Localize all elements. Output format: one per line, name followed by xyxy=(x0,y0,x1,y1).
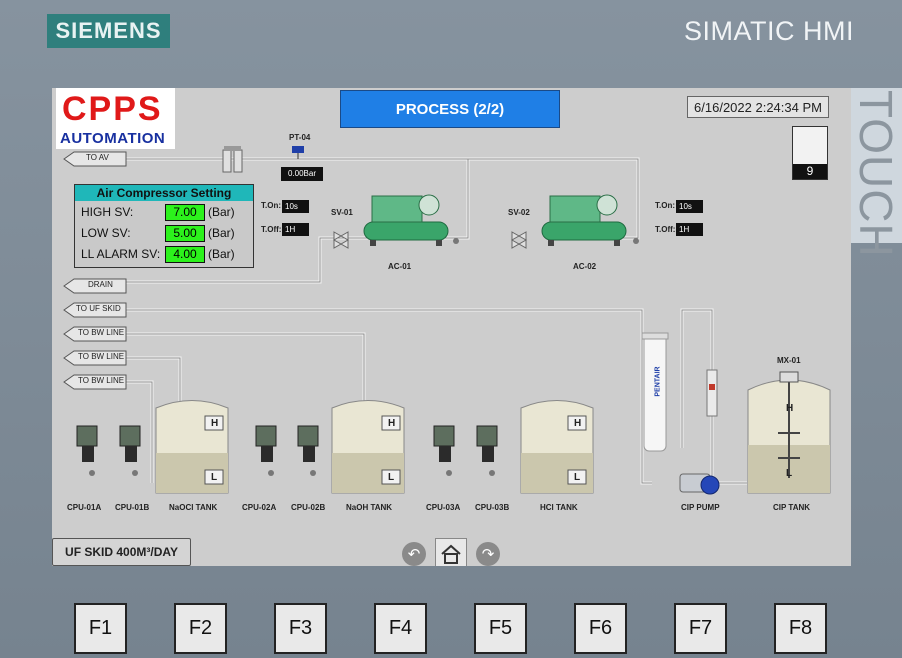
dosing-pump-cpu-02b-icon xyxy=(297,425,319,476)
naocl-level-low: L xyxy=(211,472,218,483)
hcl-level-low: L xyxy=(574,472,581,483)
logo-sub-text: AUTOMATION xyxy=(60,130,166,147)
hcl-level-high: H xyxy=(574,418,582,429)
forward-arrow-icon[interactable]: ↷ xyxy=(476,542,500,566)
high-sv-input[interactable]: 7.00 xyxy=(165,204,205,221)
process-diagram: ! xyxy=(63,133,831,495)
cip-level-low: L xyxy=(786,468,793,479)
compressor-ac-02-icon xyxy=(541,194,627,246)
siemens-brand: SIEMENS xyxy=(47,14,170,48)
ll-alarm-sv-label: LL ALARM SV: xyxy=(81,247,161,261)
sv-01-label: SV-01 xyxy=(331,208,353,217)
f4-key[interactable]: F4 xyxy=(374,603,427,654)
ac-01-label: AC-01 xyxy=(388,262,412,271)
f6-key[interactable]: F6 xyxy=(574,603,627,654)
pressure-transmitter-icon xyxy=(292,146,304,153)
f1-key[interactable]: F1 xyxy=(74,603,127,654)
alarm-count: 9 xyxy=(793,164,827,179)
filter-brand-label: PENTAIR xyxy=(654,366,662,397)
touch-label: TOUCH xyxy=(850,90,902,258)
hmi-screen: ! CPPS AUTOMATION PROCESS (2/2) 6/16/202… xyxy=(52,88,851,566)
pressure-tag: PT-04 xyxy=(289,133,311,142)
home-icon xyxy=(441,544,461,564)
ll-alarm-sv-input[interactable]: 4.00 xyxy=(165,246,205,263)
cpu-03a-label: CPU-03A xyxy=(426,503,461,512)
low-sv-label: LOW SV: xyxy=(81,226,131,240)
ac-02-t-off-label: T.Off: xyxy=(655,225,676,234)
to-av-label: TO AV xyxy=(86,153,109,162)
f2-key[interactable]: F2 xyxy=(174,603,227,654)
date-time-display: 6/16/2022 2:24:34 PM xyxy=(687,96,829,118)
dosing-pump-cpu-01a-icon xyxy=(76,425,98,476)
dosing-pump-cpu-02a-icon xyxy=(255,425,277,476)
screen-title-button[interactable]: PROCESS (2/2) xyxy=(340,90,560,128)
dosing-pump-cpu-03b-icon xyxy=(476,425,498,476)
cpu-02a-label: CPU-02A xyxy=(242,503,277,512)
naocl-level-high: H xyxy=(211,418,219,429)
naocl-tank-label: NaOCl TANK xyxy=(169,503,218,512)
to-bw-line-1-label: TO BW LINE xyxy=(78,328,125,337)
hmi-model-label: SIMATIC HMI xyxy=(684,16,854,46)
back-arrow-icon[interactable]: ↶ xyxy=(402,542,426,566)
low-sv-input[interactable]: 5.00 xyxy=(165,225,205,242)
flow-meter-icon xyxy=(706,369,718,417)
dosing-pump-cpu-01b-icon xyxy=(119,425,141,476)
solenoid-valve-sv-01-icon xyxy=(332,231,350,249)
f7-key[interactable]: F7 xyxy=(674,603,727,654)
cpu-02b-label: CPU-02B xyxy=(291,503,326,512)
ac-02-t-on-input[interactable]: 10s xyxy=(676,200,703,213)
ll-alarm-sv-unit: (Bar) xyxy=(208,247,235,261)
high-sv-unit: (Bar) xyxy=(208,205,235,219)
pressure-value: 0.00Bar xyxy=(281,167,323,181)
logo-main-text: CPPS xyxy=(62,90,163,128)
hcl-tank-label: HCl TANK xyxy=(540,503,578,512)
solenoid-valve-sv-02-icon xyxy=(510,231,528,249)
cpu-01a-label: CPU-01A xyxy=(67,503,102,512)
cpu-03b-label: CPU-03B xyxy=(475,503,510,512)
sv-02-label: SV-02 xyxy=(508,208,530,217)
ac-01-t-on-label: T.On: xyxy=(261,201,281,210)
cpu-01b-label: CPU-01B xyxy=(115,503,150,512)
home-button[interactable] xyxy=(435,538,467,566)
mixer-mx-01-icon xyxy=(779,371,799,383)
ac-02-t-off-input[interactable]: 1H xyxy=(676,223,703,236)
cip-level-high: H xyxy=(786,403,794,414)
ac-02-label: AC-02 xyxy=(573,262,597,271)
f5-key[interactable]: F5 xyxy=(474,603,527,654)
f8-key[interactable]: F8 xyxy=(774,603,827,654)
ac-02-t-on-label: T.On: xyxy=(655,201,675,210)
mixer-label: MX-01 xyxy=(777,356,801,365)
naoh-level-low: L xyxy=(388,472,395,483)
compressor-ac-01-icon xyxy=(363,194,449,246)
cpps-logo: CPPS AUTOMATION xyxy=(56,88,175,149)
dosing-pump-cpu-03a-icon xyxy=(433,425,455,476)
naoh-level-high: H xyxy=(388,418,396,429)
to-bw-line-2-label: TO BW LINE xyxy=(78,352,125,361)
air-compressor-setting-title: Air Compressor Setting xyxy=(75,185,253,201)
to-bw-line-3-label: TO BW LINE xyxy=(78,376,125,385)
ac-01-t-off-label: T.Off: xyxy=(261,225,282,234)
naoh-tank-label: NaOH TANK xyxy=(346,503,393,512)
touch-strip: TOUCH xyxy=(850,88,902,258)
alarm-indicator-button[interactable]: 9 xyxy=(792,126,828,180)
cip-tank-label: CIP TANK xyxy=(773,503,811,512)
ac-01-t-on-input[interactable]: 10s xyxy=(282,200,309,213)
cip-pump-label: CIP PUMP xyxy=(681,503,720,512)
high-sv-label: HIGH SV: xyxy=(81,205,134,219)
drain-label: DRAIN xyxy=(88,280,113,289)
to-uf-skid-label: TO UF SKID xyxy=(76,304,121,313)
f3-key[interactable]: F3 xyxy=(274,603,327,654)
cip-pump-icon xyxy=(679,473,720,495)
uf-skid-button[interactable]: UF SKID 400M³/DAY xyxy=(52,538,191,566)
low-sv-unit: (Bar) xyxy=(208,226,235,240)
ac-01-t-off-input[interactable]: 1H xyxy=(282,223,309,236)
air-compressor-setting-panel: Air Compressor Setting HIGH SV: 7.00 (Ba… xyxy=(74,184,254,268)
